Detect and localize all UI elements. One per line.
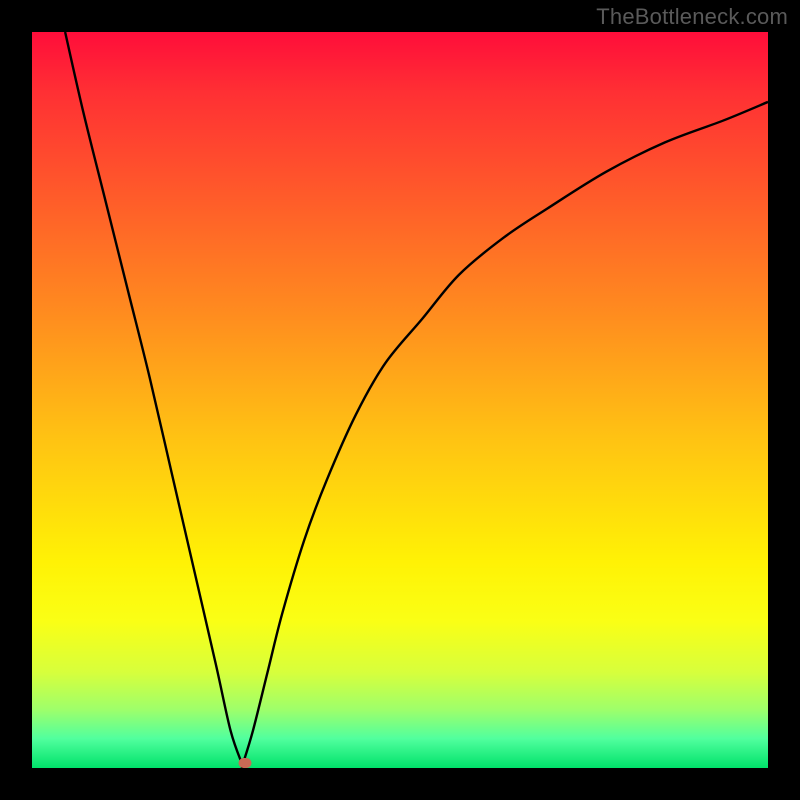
bottleneck-curve (32, 32, 768, 768)
plot-area (32, 32, 768, 768)
watermark-text: TheBottleneck.com (596, 4, 788, 30)
minimum-marker (238, 758, 251, 768)
